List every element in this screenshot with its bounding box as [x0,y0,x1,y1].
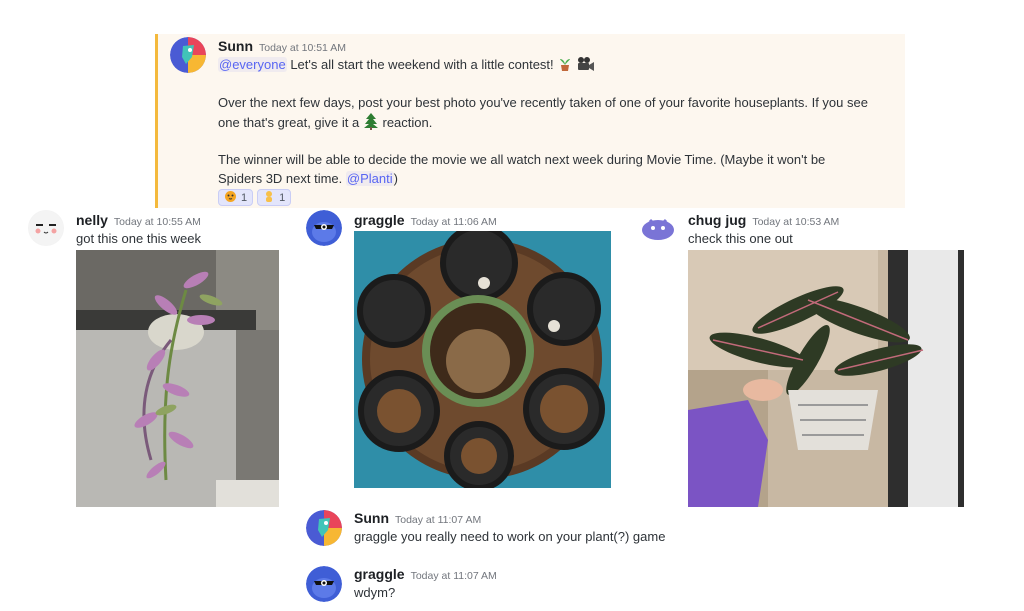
message-chug-jug: check this one out [688,231,793,246]
message-line-4: The winner will be able to decide the mo… [218,152,826,167]
reaction-person[interactable]: 1 [257,189,292,206]
timestamp: Today at 10:53 AM [752,216,840,228]
person-gesturing-icon [263,190,275,205]
timestamp: Today at 10:55 AM [113,216,201,228]
photo-calathea[interactable] [688,250,964,507]
author-graggle[interactable]: graggle Today at 11:06 AM [354,212,497,228]
avatar-sunn[interactable] [170,37,206,73]
reactions-bar: 1 1 [218,189,292,206]
tiger-face-icon [224,190,237,205]
timestamp: Today at 10:51 AM [259,42,346,54]
mention-planti[interactable]: @Planti [345,171,394,186]
author-nelly[interactable]: nelly Today at 10:55 AM [76,212,201,228]
message-nelly: got this one this week [76,231,202,246]
message-line-2: Over the next few days, post your best p… [218,95,868,110]
photo-empty-pots[interactable] [354,231,611,488]
photo-tradescantia[interactable] [76,250,279,507]
author-sunn[interactable]: Sunn Today at 10:51 AM [218,38,346,54]
author-sunn-reply[interactable]: Sunn Today at 11:07 AM [354,510,481,526]
message-graggle-reply: wdym? [354,585,396,600]
movie-camera-icon [577,56,595,77]
message-line-5: Spiders 3D next time. @Planti) [218,171,398,186]
message-sunn-reply: graggle you really need to work on your … [354,529,666,544]
evergreen-tree-icon [363,112,379,135]
avatar-graggle[interactable] [306,210,342,246]
timestamp: Today at 11:07 AM [410,570,497,582]
avatar-nelly[interactable] [28,210,64,246]
avatar-sunn-reply[interactable] [306,510,342,546]
timestamp: Today at 11:07 AM [395,514,482,526]
reaction-tiger[interactable]: 1 [218,189,254,206]
message-line-1: @everyone Let's all start the weekend wi… [218,55,595,77]
mention-everyone[interactable]: @everyone [218,57,287,72]
author-chug-jug[interactable]: chug jug Today at 10:53 AM [688,212,839,228]
potted-plant-icon [557,56,573,77]
avatar-chug-jug[interactable] [640,210,676,246]
avatar-graggle-reply[interactable] [306,566,342,602]
message-line-3: one that's great, give it a reaction. [218,112,432,135]
author-graggle-reply[interactable]: graggle Today at 11:07 AM [354,566,497,582]
timestamp: Today at 11:06 AM [410,216,497,228]
